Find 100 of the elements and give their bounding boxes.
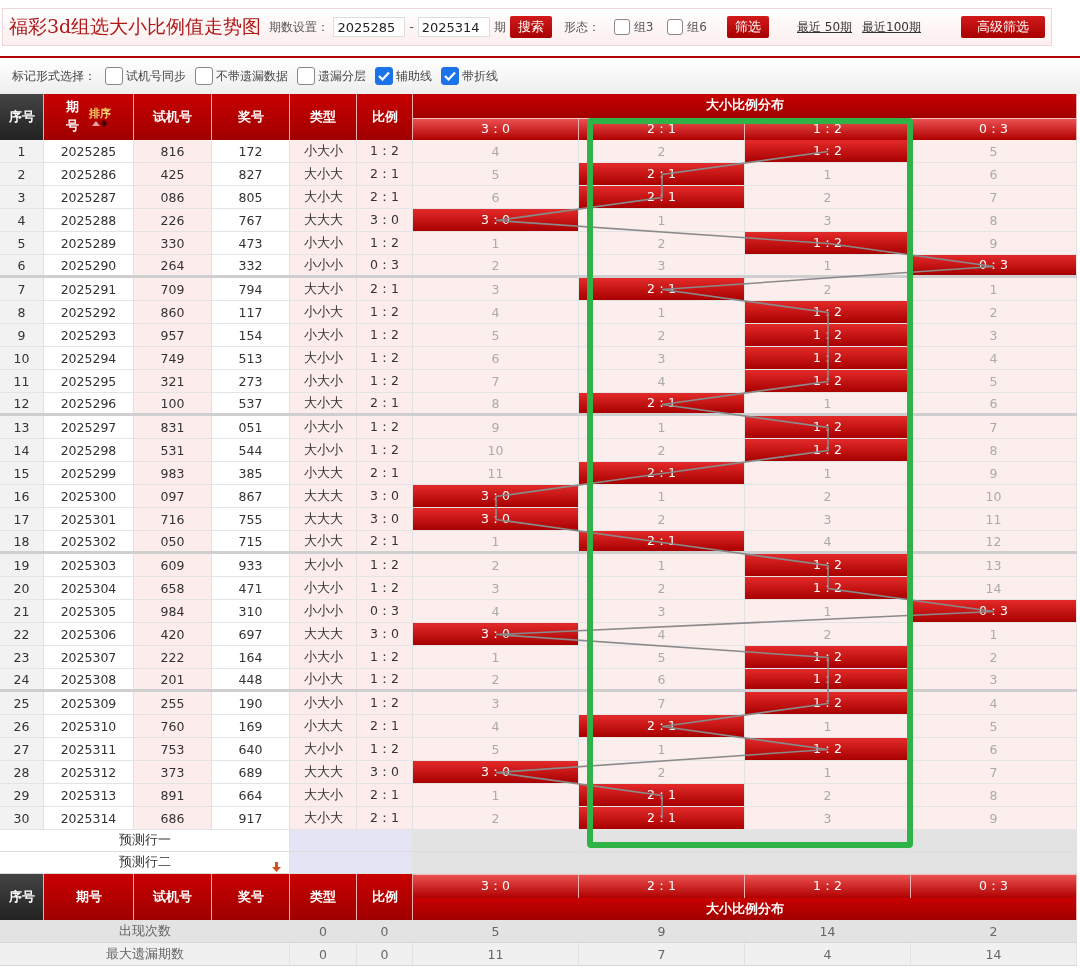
checkbox[interactable] bbox=[613, 19, 630, 35]
table-cell: 7 bbox=[0, 278, 44, 300]
table-cell: 27 bbox=[0, 738, 44, 760]
checkbox[interactable] bbox=[441, 67, 459, 85]
table-cell: 2 bbox=[0, 163, 44, 185]
search-button[interactable]: 搜索 bbox=[509, 16, 552, 38]
table-cell: 1：2 bbox=[357, 577, 413, 599]
table-cell: 大大小 bbox=[290, 784, 357, 806]
recent-link[interactable]: 最近 50期 bbox=[797, 18, 853, 36]
table-cell: 2：1 bbox=[357, 531, 413, 551]
table-cell: 1 bbox=[0, 140, 44, 162]
table-cell: 330 bbox=[134, 232, 212, 254]
table-cell: 2 bbox=[579, 577, 745, 599]
table-cell: 1 bbox=[413, 531, 579, 551]
table-cell: 1：2 bbox=[357, 301, 413, 323]
table-cell: 2：1 bbox=[357, 462, 413, 484]
table-cell: 10 bbox=[413, 439, 579, 461]
table-cell: 小大小 bbox=[290, 416, 357, 438]
table-cell: 14 bbox=[0, 439, 44, 461]
table-cell: 3：0 bbox=[357, 209, 413, 231]
table-cell: 大大小 bbox=[290, 278, 357, 300]
table-cell: 8 bbox=[911, 784, 1077, 806]
table-cell: 9 bbox=[579, 920, 745, 942]
table-cell: 8 bbox=[413, 393, 579, 413]
checkbox-label: 组3 bbox=[633, 18, 654, 36]
table-cell: 11 bbox=[911, 508, 1077, 530]
checkbox[interactable] bbox=[667, 19, 684, 35]
column-header: 奖号 bbox=[212, 94, 290, 140]
table-cell: 大大大 bbox=[290, 508, 357, 530]
table-cell: 2 bbox=[413, 807, 579, 829]
table-cell: 1 bbox=[579, 301, 745, 323]
table-cell: 1：2 bbox=[357, 370, 413, 392]
table-cell: 大小大 bbox=[290, 186, 357, 208]
table-cell: 小大小 bbox=[290, 370, 357, 392]
table-cell: 5 bbox=[0, 232, 44, 254]
checkbox[interactable] bbox=[297, 67, 315, 85]
table-cell: 小大小 bbox=[290, 577, 357, 599]
table-cell: 3 bbox=[579, 600, 745, 622]
table-cell: 753 bbox=[134, 738, 212, 760]
table-cell: 1：2 bbox=[357, 232, 413, 254]
table-cell: 1：2 bbox=[357, 140, 413, 162]
table-cell: 3：0 bbox=[357, 761, 413, 783]
table-cell: 10 bbox=[0, 347, 44, 369]
table-cell: 9 bbox=[413, 416, 579, 438]
hit-cell: 2：1 bbox=[579, 807, 745, 829]
table-cell: 大大大 bbox=[290, 485, 357, 507]
recent-link[interactable]: 最近100期 bbox=[862, 18, 921, 36]
table-cell: 小小大 bbox=[290, 669, 357, 689]
sort-arrows-icon[interactable] bbox=[90, 118, 109, 127]
table-cell: 12 bbox=[911, 531, 1077, 551]
table-cell: 12 bbox=[0, 393, 44, 413]
advanced-filter-button[interactable]: 高级筛选 bbox=[961, 16, 1045, 38]
table-cell: 17 bbox=[0, 508, 44, 530]
table-cell: 2 bbox=[579, 324, 745, 346]
table-cell: 7 bbox=[911, 761, 1077, 783]
table-cell: 10 bbox=[911, 485, 1077, 507]
checkbox[interactable] bbox=[195, 67, 213, 85]
column-header: 2：1 bbox=[579, 874, 745, 898]
down-arrow-icon[interactable] bbox=[272, 862, 281, 872]
table-cell: 小大大 bbox=[290, 462, 357, 484]
checkbox[interactable] bbox=[105, 67, 123, 85]
checkbox[interactable] bbox=[375, 67, 393, 85]
table-cell: 658 bbox=[134, 577, 212, 599]
table-cell: 086 bbox=[134, 186, 212, 208]
table-cell: 11 bbox=[413, 462, 579, 484]
table-cell: 1 bbox=[413, 646, 579, 668]
table-cell: 6 bbox=[911, 738, 1077, 760]
table-cell: 201 bbox=[134, 669, 212, 689]
table-cell: 1 bbox=[579, 738, 745, 760]
column-header: 3：0 bbox=[413, 874, 579, 898]
table-cell: 531 bbox=[134, 439, 212, 461]
table-cell: 6 bbox=[911, 163, 1077, 185]
table-cell: 大小大 bbox=[290, 393, 357, 413]
table-cell: 5 bbox=[579, 646, 745, 668]
page-title: 福彩3d组选大小比例值走势图 bbox=[9, 14, 262, 39]
table-cell: 5 bbox=[911, 715, 1077, 737]
table-cell: 2 bbox=[911, 301, 1077, 323]
table-cell: 1：2 bbox=[357, 347, 413, 369]
table-cell: 3：0 bbox=[357, 623, 413, 645]
table-cell: 小大小 bbox=[290, 324, 357, 346]
table-cell: 11 bbox=[413, 943, 579, 965]
checkbox-label: 试机号同步 bbox=[126, 67, 186, 85]
period-start-field[interactable]: 2025285 bbox=[333, 17, 406, 37]
column-header: 0：3 bbox=[911, 874, 1077, 898]
table-cell: 2：1 bbox=[357, 393, 413, 413]
period-end-field[interactable]: 2025314 bbox=[417, 17, 490, 37]
table-cell: 小小大 bbox=[290, 301, 357, 323]
table-cell: 1 bbox=[579, 416, 745, 438]
table-cell: 2：1 bbox=[357, 163, 413, 185]
table-cell: 9 bbox=[911, 462, 1077, 484]
table-cell: 28 bbox=[0, 761, 44, 783]
table-cell: 15 bbox=[0, 462, 44, 484]
table-cell: 5 bbox=[413, 738, 579, 760]
table-cell: 7 bbox=[413, 370, 579, 392]
table-cell: 4 bbox=[413, 600, 579, 622]
table-cell: 5 bbox=[413, 163, 579, 185]
distribution-header: 大小比例分布 bbox=[413, 898, 1077, 920]
table-cell: 1：2 bbox=[357, 439, 413, 461]
table-cell: 3：0 bbox=[357, 508, 413, 530]
filter-button[interactable]: 筛选 bbox=[727, 16, 769, 38]
